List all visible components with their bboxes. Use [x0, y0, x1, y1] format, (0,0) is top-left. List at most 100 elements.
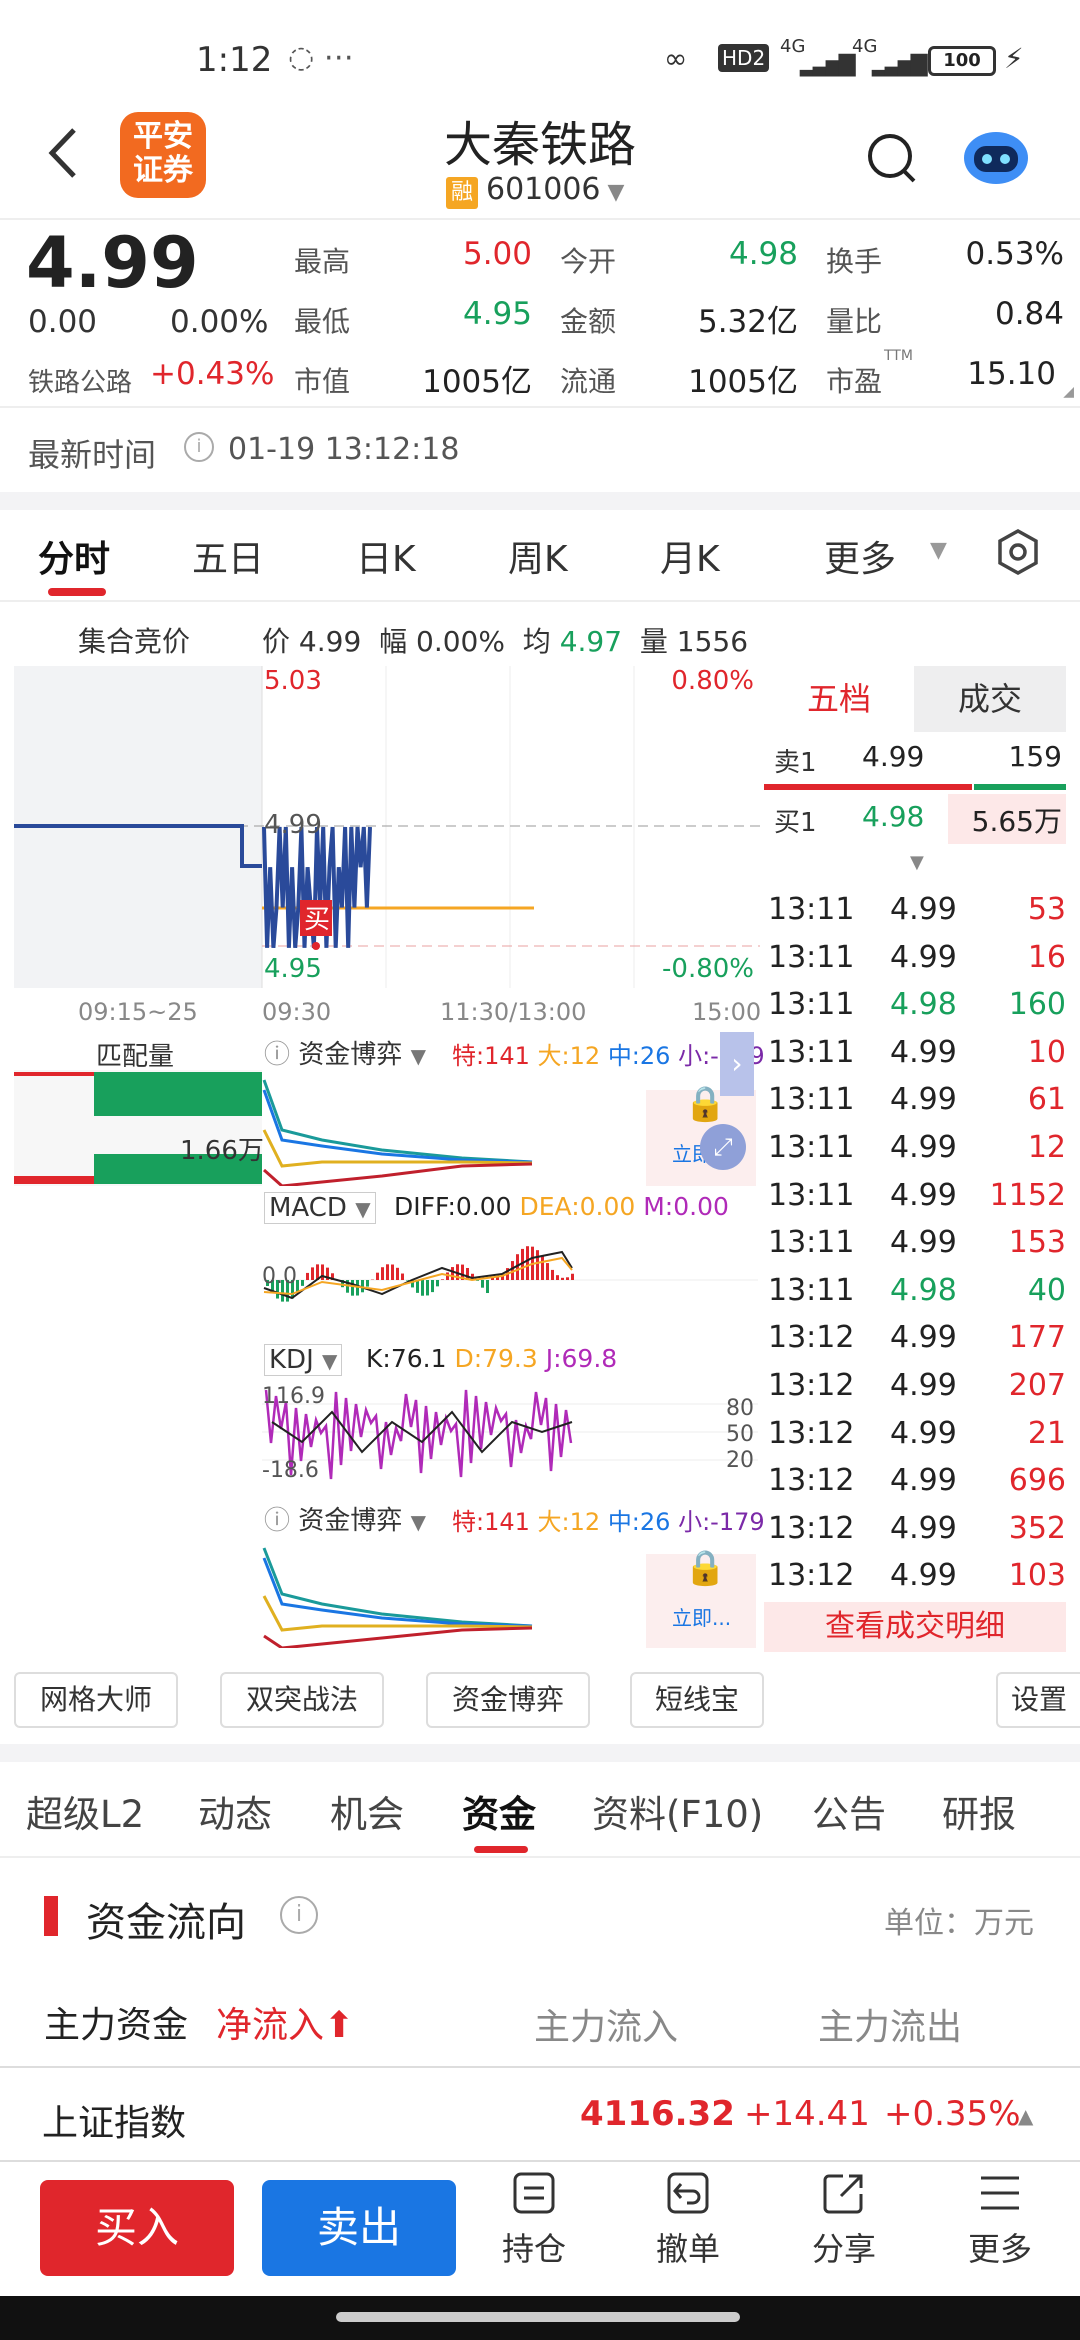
- holdings-button[interactable]: 持仓: [484, 2170, 584, 2270]
- fullscreen-button[interactable]: ⤢: [700, 1124, 746, 1170]
- tab-monthly-k[interactable]: 月K: [660, 530, 720, 582]
- index-expand-icon[interactable]: ▲: [1018, 2104, 1033, 2128]
- trade-volume: 1152: [989, 1177, 1066, 1213]
- tab-news[interactable]: 动态: [198, 1784, 272, 1838]
- tab-weekly-k[interactable]: 周K: [508, 530, 568, 582]
- ind1-da: 大:12: [537, 1042, 601, 1070]
- y-axis-top: 5.03: [264, 666, 322, 696]
- sell1-price: 4.99: [862, 740, 925, 773]
- more-label: 更多: [967, 2230, 1032, 2268]
- tool-settings[interactable]: 设置: [996, 1672, 1080, 1728]
- tab-daily-k[interactable]: 日K: [356, 530, 416, 582]
- cancel-order-label: 撤单: [655, 2230, 720, 2268]
- tool-grid-master[interactable]: 网格大师: [14, 1672, 178, 1728]
- trade-volume: 696: [1008, 1463, 1066, 1499]
- macd-values: DIFF:0.00 DEA:0.00 M:0.00: [394, 1192, 729, 1221]
- main-inflow-label: 主力流入: [534, 2007, 679, 2048]
- tab-announcements[interactable]: 公告: [812, 1784, 886, 1838]
- float-cap-value: 1005亿: [688, 364, 798, 400]
- macd-bar: [391, 1264, 394, 1280]
- kdj-50-label: 50: [726, 1422, 754, 1447]
- intraday-chart[interactable]: 买: [14, 666, 760, 996]
- tool-fund-game[interactable]: 资金博弈: [426, 1672, 590, 1728]
- expand-panel-button[interactable]: ›: [720, 1032, 754, 1096]
- trade-detail-button[interactable]: 查看成交明细: [764, 1602, 1066, 1652]
- info-small-icon: ⓘ: [264, 1506, 291, 1536]
- kdj-j: J:69.8: [545, 1344, 618, 1373]
- dropdown-icon: ▼: [355, 1197, 371, 1221]
- trade-time: 13:11: [768, 1225, 855, 1261]
- indicator-fund-selector-2[interactable]: ⓘ 资金博弈 ▼: [264, 1500, 426, 1537]
- tab-funds[interactable]: 资金: [462, 1784, 536, 1838]
- amount-value: 5.32亿: [697, 304, 798, 340]
- kdj-chart: [262, 1389, 758, 1480]
- trade-volume: 207: [1008, 1367, 1066, 1403]
- tab-trades[interactable]: 成交: [914, 666, 1066, 732]
- search-button[interactable]: [864, 128, 924, 188]
- fund-flow-info-icon[interactable]: i: [280, 1896, 318, 1934]
- share-button[interactable]: 分享: [794, 2170, 894, 2270]
- trade-volume: 177: [1008, 1320, 1066, 1356]
- index-name[interactable]: 上证指数: [42, 2094, 186, 2146]
- kdj-20-label: 20: [726, 1448, 754, 1473]
- tab-intraday[interactable]: 分时: [38, 530, 110, 582]
- y-axis-prev-close: 4.99: [264, 810, 322, 840]
- collapse-arrow-icon[interactable]: ▼: [910, 852, 924, 873]
- sector-name[interactable]: 铁路公路: [28, 362, 132, 399]
- more-button[interactable]: 更多: [950, 2170, 1050, 2270]
- fund-flow-title: 资金流向: [86, 1900, 246, 1946]
- pct-axis-top: 0.80%: [671, 666, 754, 696]
- ind1-te: 特:141: [452, 1042, 530, 1070]
- macd-bar: [421, 1280, 424, 1296]
- buy1-price: 4.98: [862, 800, 925, 833]
- indicator-fund-values: 特:141 大:12 中:26 小:-179: [452, 1036, 765, 1071]
- trade-time: 13:11: [768, 892, 855, 927]
- tab-super-l2[interactable]: 超级L2: [26, 1784, 144, 1838]
- tab-opportunity[interactable]: 机会: [330, 1784, 404, 1838]
- tab-five-levels[interactable]: 五档: [764, 666, 914, 732]
- auction-label: 集合竞价: [78, 625, 191, 658]
- ind1-zhong: 中:26: [607, 1042, 671, 1070]
- indicator-macd-selector[interactable]: MACD ▼: [264, 1192, 376, 1224]
- pe-value: 15.10: [967, 356, 1056, 392]
- info-vol: 1556: [676, 625, 749, 658]
- kdj-d: D:79.3: [454, 1344, 538, 1373]
- trade-time: 13:11: [768, 987, 855, 1023]
- macd-chart: [262, 1246, 758, 1302]
- trade-row: 13:11 4.99 61: [766, 1076, 1066, 1124]
- trade-time: 13:11: [768, 1034, 855, 1070]
- trade-time: 13:12: [768, 1415, 855, 1451]
- trade-row: 13:12 4.99 103: [766, 1552, 1066, 1600]
- sell-button[interactable]: 卖出: [262, 2180, 456, 2276]
- tab-more[interactable]: 更多: [824, 530, 896, 582]
- macd-bar: [526, 1246, 529, 1280]
- home-indicator[interactable]: [336, 2312, 740, 2322]
- volume-ratio-value: 0.84: [994, 296, 1064, 332]
- info-icon[interactable]: i: [184, 432, 214, 462]
- stock-code-selector[interactable]: 融 601006 ▼: [446, 172, 624, 209]
- trade-row: 13:12 4.99 352: [766, 1505, 1066, 1553]
- pct-axis-bottom: -0.80%: [662, 954, 754, 984]
- tab-5day[interactable]: 五日: [192, 530, 264, 582]
- match-volume-value: 1.66万: [180, 1136, 264, 1166]
- tab-research[interactable]: 研报: [942, 1784, 1016, 1838]
- tool-short-term[interactable]: 短线宝: [630, 1672, 764, 1728]
- trade-price: 4.98: [890, 987, 957, 1023]
- high-label: 最高: [294, 245, 351, 278]
- tool-double-breakout[interactable]: 双突战法: [220, 1672, 384, 1728]
- unlock-link-2[interactable]: 立即...: [672, 1602, 731, 1631]
- macd-bar: [571, 1273, 574, 1280]
- buy-button[interactable]: 买入: [40, 2180, 234, 2276]
- cancel-order-button[interactable]: 撤单: [638, 2170, 738, 2270]
- tab-f10[interactable]: 资料(F10): [592, 1784, 763, 1838]
- indicator-kdj-selector[interactable]: KDJ ▼: [264, 1344, 343, 1376]
- chart-settings-button[interactable]: [994, 528, 1042, 576]
- robot-assistant-button[interactable]: [960, 122, 1032, 188]
- indicator-fund-selector[interactable]: ⓘ 资金博弈 ▼: [264, 1034, 426, 1071]
- trade-row: 13:11 4.99 16: [766, 934, 1066, 982]
- undo-icon: [667, 2172, 709, 2214]
- trade-time: 13:12: [768, 1367, 855, 1403]
- macd-bar: [426, 1280, 429, 1296]
- pe-ttm-sup: TTM: [884, 348, 913, 364]
- kdj-top-label: 116.9: [262, 1384, 325, 1409]
